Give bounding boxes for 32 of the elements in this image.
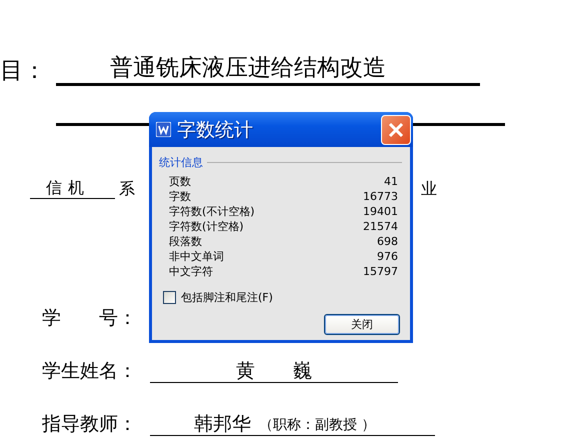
stat-value: 976	[377, 250, 398, 263]
stat-value: 41	[384, 175, 398, 188]
stat-label: 字数	[169, 189, 191, 204]
major-label: 业	[421, 179, 437, 199]
department-label: 系	[119, 179, 135, 199]
stat-value: 21574	[363, 220, 398, 233]
close-button[interactable]	[381, 114, 411, 144]
stat-label: 段落数	[169, 234, 202, 249]
project-title: 普通铣床液压进给结构改造	[56, 53, 480, 86]
stat-value: 698	[377, 235, 398, 248]
close-dialog-button[interactable]: 关闭	[324, 314, 400, 335]
fill-in-line: 黄 巍	[150, 359, 398, 383]
fill-in-line: 韩邦华 （职称：副教授 ）	[150, 412, 435, 436]
stat-label: 字符数(不计空格)	[169, 204, 255, 219]
field-label: 学 号：	[42, 306, 138, 330]
close-icon	[387, 120, 405, 138]
field-label: 指导教师：	[42, 412, 138, 436]
stat-label: 中文字符	[169, 264, 213, 279]
title-label: 目：	[0, 57, 46, 86]
stat-label: 字符数(计空格)	[169, 219, 244, 234]
field-label: 学生姓名：	[42, 359, 138, 383]
stat-label: 非中文单词	[169, 249, 224, 264]
dialog-title: 字数统计	[177, 118, 254, 142]
stat-value: 16773	[363, 190, 398, 203]
stat-value: 15797	[363, 265, 398, 278]
checkbox[interactable]	[163, 291, 176, 304]
group-label: 统计信息	[159, 155, 203, 170]
checkbox-label: 包括脚注和尾注(F)	[181, 290, 273, 305]
stat-value: 19401	[363, 205, 398, 218]
department-value: 信机	[30, 178, 115, 199]
stat-label: 页数	[169, 174, 191, 189]
app-icon	[156, 122, 171, 137]
